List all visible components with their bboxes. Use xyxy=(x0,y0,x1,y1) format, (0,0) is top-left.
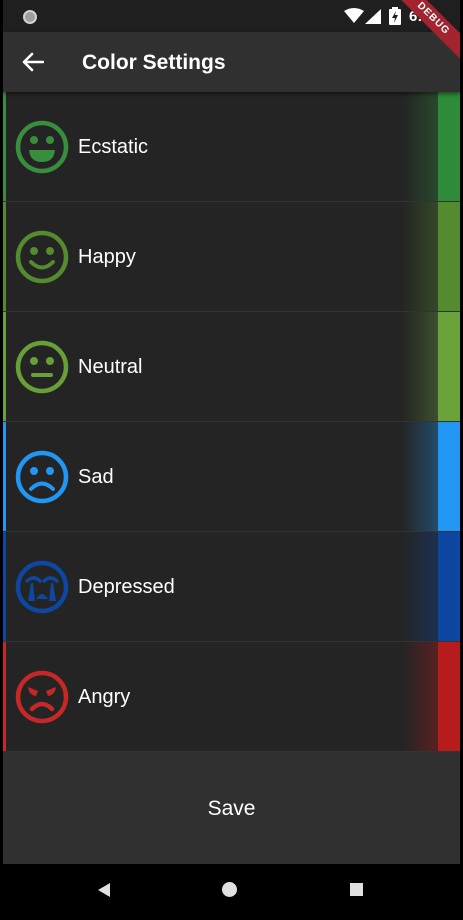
nav-back-icon[interactable] xyxy=(97,883,111,897)
save-area: Save xyxy=(3,754,460,864)
system-nav-bar xyxy=(3,864,460,920)
mood-color-glow xyxy=(402,642,438,751)
mood-label: Sad xyxy=(78,466,114,488)
mood-row-happy[interactable]: Happy xyxy=(3,202,460,312)
mood-color-glow xyxy=(402,532,438,641)
mood-label: Happy xyxy=(78,246,136,268)
mood-color-indicator xyxy=(3,422,6,531)
mood-color-swatch[interactable] xyxy=(438,642,460,751)
mood-label: Depressed xyxy=(78,576,175,598)
nav-home-icon[interactable] xyxy=(222,882,237,897)
app-frame: 6:10 Color Settings DEBUG Ecstatic xyxy=(3,0,460,920)
mood-color-indicator xyxy=(3,92,6,201)
mood-color-glow xyxy=(402,312,438,421)
mood-color-swatch[interactable] xyxy=(438,202,460,311)
mood-color-indicator xyxy=(3,312,6,421)
neutral-face-icon xyxy=(15,340,69,394)
mood-color-indicator xyxy=(3,532,6,641)
mood-row-neutral[interactable]: Neutral xyxy=(3,312,460,422)
mood-row-ecstatic[interactable]: Ecstatic xyxy=(3,92,460,202)
crying-face-icon xyxy=(15,560,69,614)
wifi-icon xyxy=(344,8,364,23)
mood-label: Angry xyxy=(78,686,131,708)
app-bar: Color Settings xyxy=(3,32,460,92)
mood-color-swatch[interactable] xyxy=(438,312,460,421)
mood-color-glow xyxy=(402,92,438,201)
grin-face-icon xyxy=(15,120,69,174)
mood-color-indicator xyxy=(3,642,6,751)
mood-label: Ecstatic xyxy=(78,136,149,158)
mood-label: Neutral xyxy=(78,356,143,378)
notification-dot-icon xyxy=(23,10,37,24)
status-bar: 6:10 xyxy=(3,0,460,32)
mood-color-swatch[interactable] xyxy=(438,92,460,201)
mood-row-sad[interactable]: Sad xyxy=(3,422,460,532)
battery-icon xyxy=(389,7,401,25)
page-title: Color Settings xyxy=(82,51,226,74)
mood-row-depressed[interactable]: Depressed xyxy=(3,532,460,642)
smile-face-icon xyxy=(15,230,69,284)
mood-color-glow xyxy=(402,422,438,531)
mood-color-swatch[interactable] xyxy=(438,422,460,531)
back-button[interactable] xyxy=(17,46,49,78)
mood-color-list: Ecstatic Happy Neutral Sad Depressed Ang… xyxy=(3,92,460,754)
arrow-back-icon xyxy=(22,52,44,72)
mood-color-glow xyxy=(402,202,438,311)
angry-face-icon xyxy=(15,670,69,724)
nav-recents-icon[interactable] xyxy=(350,883,363,896)
signal-icon xyxy=(365,9,381,24)
mood-color-indicator xyxy=(3,202,6,311)
mood-color-swatch[interactable] xyxy=(438,532,460,641)
sad-face-icon xyxy=(15,450,69,504)
mood-row-angry[interactable]: Angry xyxy=(3,642,460,752)
save-button[interactable]: Save xyxy=(184,787,280,831)
